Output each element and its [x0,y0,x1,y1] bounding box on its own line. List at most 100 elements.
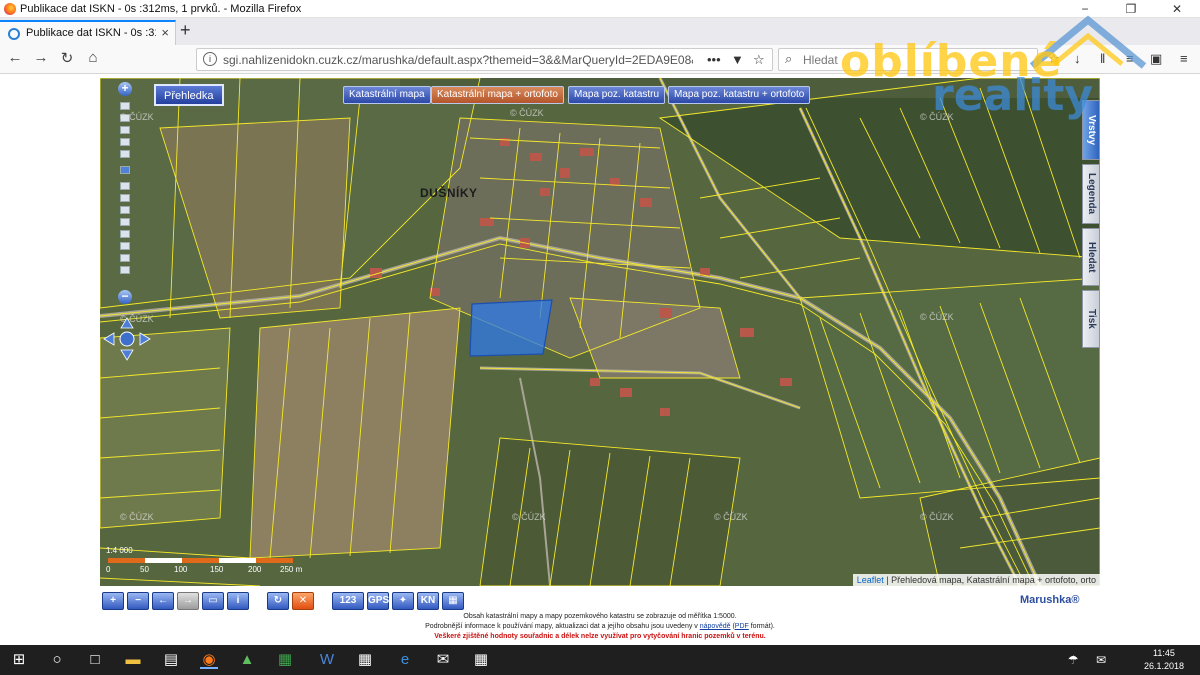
marushka-logo: Marushka® [1020,594,1080,606]
help-link[interactable]: nápovědě [700,623,731,630]
zoom-level[interactable] [120,182,130,190]
tab-label: Publikace dat ISKN - 0s :312ms [26,27,156,39]
zoom-rectangle-tool[interactable]: ▭ [202,592,224,610]
layer-mapa-poz-katastru-ortofoto[interactable]: Mapa poz. katastru + ortofoto [668,86,811,104]
previous-view-tool[interactable]: ← [152,592,174,610]
gps-tool[interactable]: GPS [367,592,389,610]
cuzk-watermark: © ČÚZK [120,314,154,324]
zoom-level[interactable] [120,194,130,202]
zoom-level[interactable] [120,102,130,110]
info-icon[interactable]: i [203,52,217,66]
clear-selection-tool[interactable]: ✕ [292,592,314,610]
pdf-link[interactable]: PDF [735,623,749,630]
people-icon[interactable]: ☂ [1064,651,1082,669]
kn-tool[interactable]: KN [417,592,439,610]
zoom-level[interactable] [120,242,130,250]
note-warning: Veškeré zjištěné hodnoty souřadnic a dél… [434,633,766,640]
zoom-level[interactable] [120,254,130,262]
start-icon[interactable]: ⊞ [10,651,28,669]
tab-strip: Publikace dat ISKN - 0s :312ms × + [0,18,1200,45]
zoom-level[interactable] [120,138,130,146]
layer-katastralni-mapa-ortofoto[interactable]: Katastrální mapa + ortofoto [431,86,564,104]
forward-button[interactable]: → [30,49,52,66]
reload-button[interactable]: ↻ [56,49,78,67]
scale-tick: 50 [140,565,149,574]
scale-segment [219,558,256,563]
notifications-icon[interactable]: ✉ [1092,651,1110,669]
scale-tick: 0 [106,565,111,574]
downloads-icon[interactable]: ↓ [1074,51,1081,66]
locate-tool[interactable]: ✦ [392,592,414,610]
map-notes: Obsah katastrální mapy a mapy pozemkovéh… [0,612,1200,642]
note-line-2: Podrobnější informace k používání mapy, … [425,623,775,630]
scale-ratio: 1:4 000 [106,546,133,555]
scale-tick: 100 [174,565,188,574]
calendar-icon[interactable]: ▦ [472,651,490,669]
tab-legenda[interactable]: Legenda [1082,164,1100,224]
back-button[interactable]: ← [4,49,26,66]
clock-date: 26.1.2018 [1143,661,1184,671]
task-view-icon[interactable]: □ [86,651,104,669]
page-actions-icon[interactable]: ••• [707,52,721,67]
layer-katastralni-mapa[interactable]: Katastrální mapa [343,86,431,104]
measure-tool[interactable]: 123 [332,592,364,610]
url-text[interactable]: sgi.nahlizenidokn.cuzk.cz/marushka/defau… [223,53,693,67]
selected-parcel[interactable] [469,299,553,357]
basket-tool[interactable]: ▦ [442,592,464,610]
explorer-icon[interactable]: ▬ [124,651,142,669]
refresh-tool[interactable]: ↻ [267,592,289,610]
search-box[interactable]: ⌕ Hledat [778,48,1038,71]
url-bar[interactable]: i sgi.nahlizenidokn.cuzk.cz/marushka/def… [196,48,773,71]
search-icon[interactable]: ○ [48,651,66,669]
pocket-icon[interactable]: ▼ [731,52,744,67]
zoom-out-tool[interactable]: − [127,592,149,610]
close-window-button[interactable]: ✕ [1154,0,1200,18]
next-view-tool[interactable]: → [177,592,199,610]
cuzk-watermark: © ČÚZK [920,312,954,322]
bookmarks-icon[interactable]: ☆ [1048,51,1060,67]
tab-vrstvy[interactable]: Vrstvy [1082,100,1100,160]
zoom-level[interactable] [120,206,130,214]
mail-icon[interactable]: ✉ [434,651,452,669]
home-button[interactable]: ⌂ [82,49,104,66]
cadastral-map[interactable]: Přehledka Katastrální mapa Katastrální m… [100,78,1100,586]
info-tool[interactable]: i [227,592,249,610]
minimize-button[interactable]: − [1062,0,1108,18]
sheets-icon[interactable]: ▦ [276,651,294,669]
zoom-in-button[interactable]: + [118,82,132,96]
scale-tick: 200 [248,565,262,574]
library-icon[interactable]: ‖ [1100,51,1105,66]
edge-icon[interactable]: e [396,651,414,669]
zoom-level[interactable] [120,230,130,238]
zoom-level[interactable] [120,150,130,158]
tab-hledat[interactable]: Hledat [1082,228,1100,286]
zoom-out-button[interactable]: − [118,290,132,304]
prehledka-button[interactable]: Přehledka [154,84,224,106]
tab-tisk[interactable]: Tisk [1082,290,1100,348]
zoom-in-tool[interactable]: + [102,592,124,610]
zoom-level[interactable] [120,218,130,226]
windows-taskbar: ⊞ ○ □ ▬ ▤ ◉ ▲ ▦ W ▦ e ✉ ▦ ☂ ✉ 11:45 26.1… [0,645,1200,675]
zoom-level[interactable] [120,126,130,134]
firefox-taskbar-icon[interactable]: ◉ [200,651,218,669]
menu-icon[interactable]: ≡ [1180,51,1188,66]
sidebar-icon[interactable]: ▣ [1150,51,1162,67]
word-icon[interactable]: W [318,651,336,669]
system-clock[interactable]: 11:45 26.1.2018 [1144,647,1184,673]
tab-close-icon[interactable]: × [161,25,169,40]
scale-segment [108,558,145,563]
zoom-level[interactable] [120,266,130,274]
store-icon[interactable]: ▤ [162,651,180,669]
calculator-icon[interactable]: ▦ [356,651,374,669]
search-icon: ⌕ [785,51,793,66]
zoom-level-current[interactable] [120,166,130,174]
reader-icon[interactable]: ≡ [1126,51,1134,66]
app-icon[interactable]: ▲ [238,651,256,669]
new-tab-button[interactable]: + [180,20,191,41]
note-line-1: Obsah katastrální mapy a mapy pozemkovéh… [463,613,737,620]
layer-mapa-poz-katastru[interactable]: Mapa poz. katastru [568,86,666,104]
bookmark-star-icon[interactable]: ☆ [753,52,765,68]
restore-button[interactable]: ❐ [1108,0,1154,18]
leaflet-link[interactable]: Leaflet [857,575,884,585]
browser-tab[interactable]: Publikace dat ISKN - 0s :312ms × [0,20,176,45]
